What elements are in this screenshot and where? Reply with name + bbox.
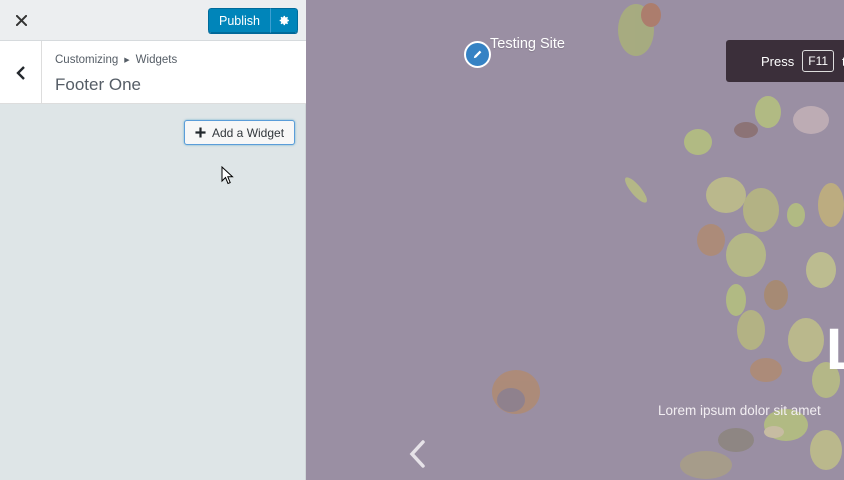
plus-icon (195, 127, 206, 138)
breadcrumb-arrow-icon: ▶ (124, 57, 130, 64)
site-preview[interactable]: Testing Site Press F11 to L Lorem ipsum … (306, 0, 844, 480)
publish-group: Publish (208, 8, 298, 33)
back-button[interactable] (0, 41, 42, 104)
breadcrumb-current: Widgets (135, 54, 178, 66)
add-widget-label: Add a Widget (212, 125, 285, 140)
section-header: Customizing ▶ Widgets Footer One (0, 41, 306, 104)
fullscreen-press-text: Press (761, 53, 795, 69)
section-title: Footer One (55, 75, 141, 94)
publish-settings-button[interactable] (270, 8, 298, 33)
close-customizer-button[interactable] (0, 0, 42, 41)
slider-prev-arrow-icon[interactable] (406, 438, 428, 470)
hero-heading: L (826, 317, 844, 382)
customizer-sidebar: Publish Customizing ▶ Widgets Footer One… (0, 0, 306, 480)
breadcrumb-parent: Customizing (55, 54, 119, 66)
publish-button[interactable]: Publish (208, 8, 270, 33)
gear-icon (279, 15, 289, 26)
site-title[interactable]: Testing Site (490, 36, 565, 52)
hero-subtext: Lorem ipsum dolor sit amet (658, 403, 821, 418)
chevron-left-icon (15, 65, 25, 80)
mouse-cursor-icon (221, 166, 234, 185)
close-icon (15, 15, 27, 26)
add-widget-button[interactable]: Add a Widget (184, 120, 295, 145)
fullscreen-notice: Press F11 to (726, 40, 844, 82)
site-title-edit-shortcut[interactable] (464, 41, 491, 68)
fullscreen-key: F11 (802, 50, 835, 72)
breadcrumb: Customizing ▶ Widgets (55, 54, 177, 66)
pencil-icon (473, 50, 482, 59)
customizer-header: Publish (0, 0, 306, 41)
